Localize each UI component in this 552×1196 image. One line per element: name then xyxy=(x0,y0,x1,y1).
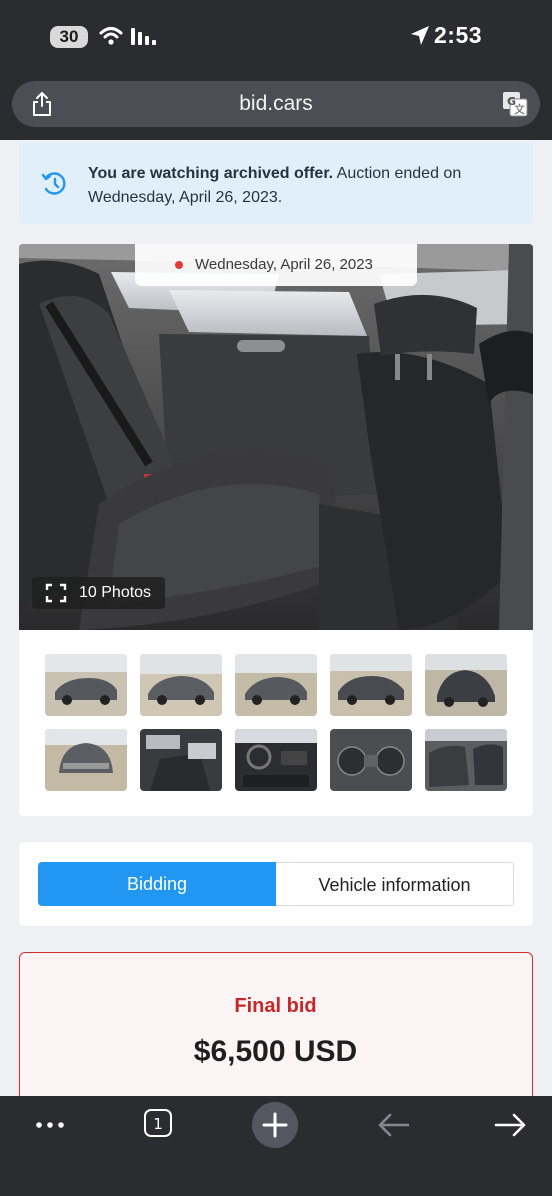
url-text[interactable]: bid.cars xyxy=(12,92,540,116)
tab-vehicle-information[interactable]: Vehicle information xyxy=(276,862,514,906)
tabs-card: Bidding Vehicle information xyxy=(19,842,533,926)
archived-offer-notice: You are watching archived offer. Auction… xyxy=(19,142,533,224)
thumbnail-9[interactable] xyxy=(330,729,412,791)
final-bid-amount: $6,500 USD xyxy=(193,1035,358,1068)
final-bid-label: Final bid xyxy=(234,995,317,1017)
thumbnail-4[interactable] xyxy=(330,654,412,716)
thumbnail-5[interactable] xyxy=(425,654,507,716)
main-photo[interactable]: Wednesday, April 26, 2023 10 Photos xyxy=(19,244,533,630)
live-dot-indicator xyxy=(175,261,183,269)
svg-text:文: 文 xyxy=(514,102,525,116)
wifi-icon xyxy=(99,25,123,52)
auction-date-badge: Wednesday, April 26, 2023 xyxy=(135,244,417,286)
status-bar: 30 2:53 xyxy=(0,0,552,74)
thumbnail-6[interactable] xyxy=(45,729,127,791)
thumbnail-8[interactable] xyxy=(235,729,317,791)
photos-count-label: 10 Photos xyxy=(79,584,152,601)
final-bid-card: Final bid $6,500 USD xyxy=(19,952,533,1096)
tab-count-icon[interactable]: 1 xyxy=(143,1108,173,1143)
signal-strength-icon xyxy=(130,26,162,51)
auction-date-text: Wednesday, April 26, 2023 xyxy=(195,256,373,273)
thumbnail-2[interactable] xyxy=(140,654,222,716)
status-time: 2:53 xyxy=(434,22,483,48)
history-icon xyxy=(41,170,69,203)
location-arrow-icon xyxy=(410,25,430,52)
translate-icon[interactable]: G 文 xyxy=(502,91,528,122)
address-bar[interactable]: bid.cars G 文 xyxy=(12,81,540,127)
battery-indicator: 30 xyxy=(50,26,88,48)
page-content: You are watching archived offer. Auction… xyxy=(0,140,552,1096)
tab-bidding[interactable]: Bidding xyxy=(38,862,276,906)
thumbnail-7[interactable] xyxy=(140,729,222,791)
notice-bold-text: You are watching archived offer. xyxy=(88,165,334,182)
photo-gallery: Wednesday, April 26, 2023 10 Photos xyxy=(19,244,533,816)
thumbnail-1[interactable] xyxy=(45,654,127,716)
thumbnail-10[interactable] xyxy=(425,729,507,791)
browser-bottom-toolbar: 1 xyxy=(0,1096,552,1196)
view-photos-button[interactable]: 10 Photos xyxy=(32,577,165,609)
more-options-icon[interactable] xyxy=(36,1117,66,1138)
svg-text:1: 1 xyxy=(153,1115,163,1133)
expand-icon xyxy=(45,583,67,608)
forward-arrow-icon[interactable] xyxy=(494,1112,528,1143)
back-arrow-icon[interactable] xyxy=(376,1112,410,1143)
new-tab-button[interactable] xyxy=(252,1102,298,1148)
notice-text: You are watching archived offer. Auction… xyxy=(88,162,508,210)
plus-icon xyxy=(262,1112,288,1138)
thumbnail-3[interactable] xyxy=(235,654,317,716)
browser-top-chrome: 30 2:53 bid.cars G 文 xyxy=(0,0,552,140)
